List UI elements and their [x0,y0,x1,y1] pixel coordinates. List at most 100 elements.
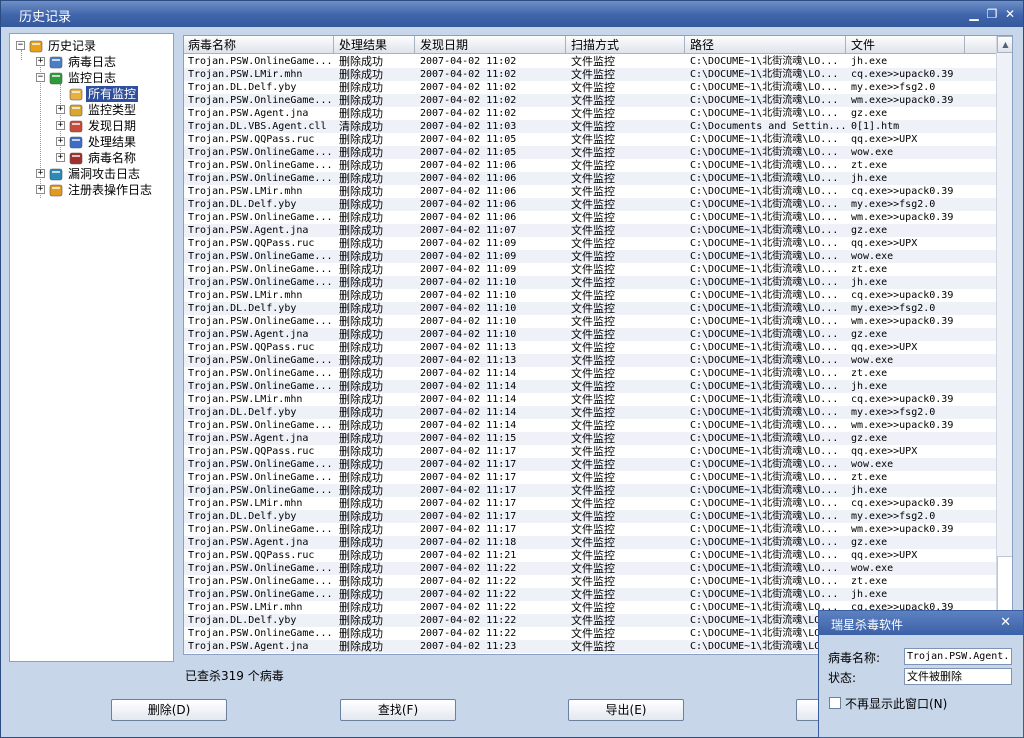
table-row[interactable]: Trojan.DL.Delf.yby 删除成功 2007-04-02 11:02 文件… [184,81,996,94]
expand-icon[interactable]: + [36,185,45,194]
table-row[interactable]: Trojan.DL.VBS.Agent.cll 清除成功 2007-04-02 11… [184,120,996,133]
table-row[interactable]: Trojan.PSW.QQPass.ruc 删除成功 2007-04-02 11:0… [184,133,996,146]
collapse-icon[interactable]: − [16,41,25,50]
popup-checkbox-label[interactable]: 不再显示此窗口(N) [845,695,947,712]
export-button[interactable]: 导出(E) [568,699,684,721]
table-row[interactable]: Trojan.PSW.LMir.mhn 删除成功 2007-04-02 11:10 文… [184,289,996,302]
table-cell: wm.exe>>upack0.39 [851,420,954,431]
table-row[interactable]: Trojan.PSW.QQPass.ruc 删除成功 2007-04-02 11:1… [184,341,996,354]
table-row[interactable]: Trojan.PSW.OnlineGame... 删除成功 2007-04-02 1… [184,354,996,367]
table-row[interactable]: Trojan.PSW.LMir.mhn 删除成功 2007-04-02 11:06 文… [184,185,996,198]
expand-icon[interactable]: + [36,169,45,178]
table-row[interactable]: Trojan.PSW.LMir.mhn 删除成功 2007-04-02 11:17 文… [184,497,996,510]
tree-item-5[interactable]: + 发现日期 [10,118,170,134]
table-row[interactable]: Trojan.PSW.OnlineGame... 删除成功 2007-04-02 1… [184,471,996,484]
table-cell: 删除成功 [339,627,383,640]
table-cell: 删除成功 [339,94,383,107]
title-bar[interactable]: 历史记录 ▁ ❐ ✕ [1,1,1023,27]
popup-status-field[interactable]: 文件被删除 [904,668,1012,685]
table-row[interactable]: Trojan.DL.Delf.yby 删除成功 2007-04-02 11:17 文件… [184,510,996,523]
table-row[interactable]: Trojan.PSW.Agent.jna 删除成功 2007-04-02 11:18… [184,536,996,549]
tree-item-label: 病毒日志 [68,55,117,69]
tree-item-9[interactable]: + 注册表操作日志 [10,182,170,198]
table-row[interactable]: Trojan.DL.Delf.yby 删除成功 2007-04-02 11:14 文件… [184,406,996,419]
table-cell: 文件监控 [571,367,615,380]
table-row[interactable]: Trojan.PSW.OnlineGame... 删除成功 2007-04-02 1… [184,523,996,536]
tree-item-label: 处理结果 [88,135,137,149]
table-row[interactable]: Trojan.DL.Delf.yby 删除成功 2007-04-02 11:10 文件… [184,302,996,315]
popup-virus-field[interactable]: Trojan.PSW.Agent. [904,648,1012,665]
minimize-icon[interactable]: ▁ [967,7,981,21]
table-row[interactable]: Trojan.PSW.OnlineGame... 删除成功 2007-04-02 1… [184,562,996,575]
table-cell: my.exe>>fsg2.0 [851,303,936,314]
tree-item-1[interactable]: + 病毒日志 [10,54,170,70]
table-row[interactable]: Trojan.PSW.OnlineGame... 删除成功 2007-04-02 1… [184,211,996,224]
table-row[interactable]: Trojan.PSW.OnlineGame... 删除成功 2007-04-02 1… [184,315,996,328]
close-icon[interactable]: ✕ [1003,7,1017,21]
tree-item-8[interactable]: + 漏洞攻击日志 [10,166,170,182]
table-cell: Trojan.PSW.OnlineGame... [188,628,333,639]
table-row[interactable]: Trojan.PSW.OnlineGame... 删除成功 2007-04-02 1… [184,276,996,289]
vertical-scrollbar[interactable]: ▲ [996,36,1012,654]
table-cell: 删除成功 [339,471,383,484]
tree-item-2[interactable]: − 监控日志 [10,70,170,86]
table-row[interactable]: Trojan.PSW.OnlineGame... 删除成功 2007-04-02 1… [184,380,996,393]
table-cell: 文件监控 [571,640,615,653]
tree-item-7[interactable]: + 病毒名称 [10,150,170,166]
tree-item-4[interactable]: + 监控类型 [10,102,170,118]
table-row[interactable]: Trojan.PSW.LMir.mhn 删除成功 2007-04-02 11:02 文… [184,68,996,81]
table-cell: 2007-04-02 11:13 [420,342,517,353]
table-row[interactable]: Trojan.PSW.OnlineGame... 删除成功 2007-04-02 1… [184,250,996,263]
table-row[interactable]: Trojan.PSW.Agent.jna 删除成功 2007-04-02 11:07… [184,224,996,237]
table-row[interactable]: Trojan.PSW.Agent.jna 删除成功 2007-04-02 11:15… [184,432,996,445]
table-row[interactable]: Trojan.PSW.OnlineGame... 删除成功 2007-04-02 1… [184,367,996,380]
table-row[interactable]: Trojan.PSW.QQPass.ruc 删除成功 2007-04-02 11:2… [184,549,996,562]
table-row[interactable]: Trojan.PSW.OnlineGame... 删除成功 2007-04-02 1… [184,458,996,471]
tree-item-0[interactable]: − 历史记录 [10,38,170,54]
popup-dont-show-checkbox[interactable] [829,697,841,709]
table-row[interactable]: Trojan.PSW.QQPass.ruc 删除成功 2007-04-02 11:0… [184,237,996,250]
table-cell: 2007-04-02 11:17 [420,446,517,457]
col-date[interactable]: 发现日期 [416,36,566,54]
table-cell: jh.exe [851,173,888,184]
scroll-up-icon[interactable]: ▲ [997,36,1012,53]
col-virus-name[interactable]: 病毒名称 [184,36,334,54]
table-cell: C:\DOCUME~1\北街流魂\LO... [690,95,839,106]
tree-item-6[interactable]: + 处理结果 [10,134,170,150]
table-row[interactable]: Trojan.PSW.Agent.jna 删除成功 2007-04-02 11:10… [184,328,996,341]
table-row[interactable]: Trojan.PSW.OnlineGame... 删除成功 2007-04-02 1… [184,484,996,497]
collapse-icon[interactable]: − [36,73,45,82]
delete-button[interactable]: 删除(D) [111,699,227,721]
table-row[interactable]: Trojan.PSW.OnlineGame... 删除成功 2007-04-02 1… [184,575,996,588]
col-path[interactable]: 路径 [686,36,846,54]
table-row[interactable]: Trojan.PSW.OnlineGame... 删除成功 2007-04-02 1… [184,588,996,601]
tree-item-label: 注册表操作日志 [68,183,153,197]
col-scan-type[interactable]: 扫描方式 [567,36,685,54]
expand-icon[interactable]: + [56,153,65,162]
expand-icon[interactable]: + [56,137,65,146]
table-cell: C:\DOCUME~1\北街流魂\LO... [690,420,839,431]
restore-icon[interactable]: ❐ [985,7,999,21]
popup-title-bar[interactable]: 瑞星杀毒软件 ✕ [819,611,1023,635]
expand-icon[interactable]: + [36,57,45,66]
find-button[interactable]: 查找(F) [340,699,456,721]
popup-close-icon[interactable]: ✕ [1000,615,1011,630]
table-cell: C:\DOCUME~1\北街流魂\LO... [690,576,839,587]
expand-icon[interactable]: + [56,121,65,130]
table-row[interactable]: Trojan.PSW.QQPass.ruc 删除成功 2007-04-02 11:1… [184,445,996,458]
table-row[interactable]: Trojan.PSW.OnlineGame... 删除成功 2007-04-02 1… [184,172,996,185]
expand-icon[interactable]: + [56,105,65,114]
table-row[interactable]: Trojan.PSW.OnlineGame... 删除成功 2007-04-02 1… [184,419,996,432]
col-file[interactable]: 文件 [847,36,965,54]
col-result[interactable]: 处理结果 [335,36,415,54]
table-cell: 删除成功 [339,263,383,276]
table-row[interactable]: Trojan.PSW.OnlineGame... 删除成功 2007-04-02 1… [184,55,996,68]
table-row[interactable]: Trojan.PSW.LMir.mhn 删除成功 2007-04-02 11:14 文… [184,393,996,406]
table-row[interactable]: Trojan.PSW.OnlineGame... 删除成功 2007-04-02 1… [184,146,996,159]
table-row[interactable]: Trojan.PSW.OnlineGame... 删除成功 2007-04-02 1… [184,263,996,276]
table-row[interactable]: Trojan.PSW.Agent.jna 删除成功 2007-04-02 11:02… [184,107,996,120]
table-row[interactable]: Trojan.DL.Delf.yby 删除成功 2007-04-02 11:06 文件… [184,198,996,211]
table-row[interactable]: Trojan.PSW.OnlineGame... 删除成功 2007-04-02 1… [184,159,996,172]
tree-item-3[interactable]: 所有监控 [10,86,170,102]
table-row[interactable]: Trojan.PSW.OnlineGame... 删除成功 2007-04-02 1… [184,94,996,107]
